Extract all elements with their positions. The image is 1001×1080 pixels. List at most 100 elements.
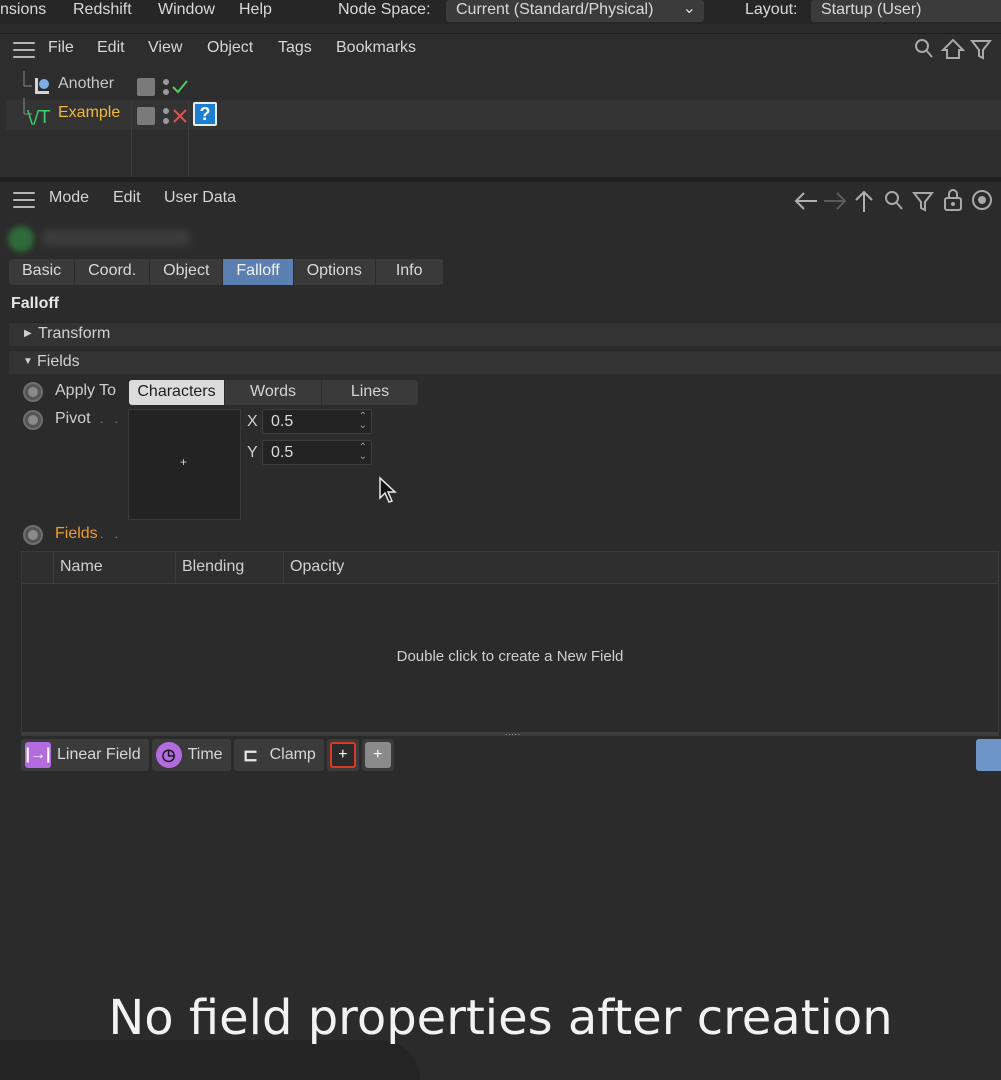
collapsed-triangle-icon: ▶ bbox=[24, 328, 32, 339]
menu-redshift[interactable]: Redshift bbox=[73, 0, 132, 22]
unknown-tag-icon[interactable]: ? bbox=[193, 102, 217, 126]
om-menu-bookmarks[interactable]: Bookmarks bbox=[336, 39, 416, 57]
arrow-left-icon[interactable] bbox=[793, 190, 819, 212]
column-name[interactable]: Name bbox=[53, 552, 175, 584]
fields-animate-toggle[interactable] bbox=[23, 525, 43, 545]
pivot-y-value: 0.5 bbox=[271, 444, 294, 461]
home-icon[interactable] bbox=[941, 38, 965, 60]
menu-window[interactable]: Window bbox=[158, 0, 215, 22]
menu-extensions[interactable]: nsions bbox=[0, 0, 46, 22]
fields-label: Fields bbox=[55, 525, 98, 542]
pivot-x-label: X bbox=[247, 413, 258, 430]
attribute-tabs: Basic Coord. Object Falloff Options Info bbox=[9, 259, 444, 285]
apply-to-lines[interactable]: Lines bbox=[322, 380, 418, 405]
arrow-up-icon[interactable] bbox=[853, 189, 875, 213]
attribute-manager-menu-button[interactable] bbox=[13, 192, 35, 208]
arrow-right-icon[interactable] bbox=[822, 190, 848, 212]
cross-icon[interactable] bbox=[172, 108, 188, 124]
tab-falloff[interactable]: Falloff bbox=[223, 259, 294, 285]
pivot-crosshair-icon: + bbox=[180, 455, 188, 469]
apply-to-characters[interactable]: Characters bbox=[129, 380, 225, 405]
node-space-dropdown[interactable]: Current (Standard/Physical) ⌄ bbox=[446, 0, 704, 22]
fields-list[interactable]: Name Blending Opacity Double click to cr… bbox=[21, 551, 999, 737]
group-fields[interactable]: ▼ Fields bbox=[9, 350, 1001, 374]
lock-icon[interactable] bbox=[942, 188, 964, 212]
group-transform[interactable]: ▶ Transform bbox=[9, 322, 1001, 346]
display-tag-icon[interactable] bbox=[137, 107, 155, 125]
add-layer-icon: + bbox=[329, 742, 356, 768]
object-manager-menu-button[interactable] bbox=[13, 42, 35, 58]
am-menu-user-data[interactable]: User Data bbox=[164, 189, 236, 207]
om-menu-tags[interactable]: Tags bbox=[278, 39, 312, 57]
linear-field-label: Linear Field bbox=[57, 746, 141, 763]
visibility-dots-icon[interactable] bbox=[161, 77, 171, 97]
om-menu-file[interactable]: File bbox=[48, 39, 74, 57]
object-header-icon bbox=[8, 226, 34, 252]
object-name-another[interactable]: Another bbox=[58, 75, 114, 93]
caption-shadow bbox=[0, 1040, 420, 1080]
am-menu-edit[interactable]: Edit bbox=[113, 189, 141, 207]
check-icon[interactable] bbox=[171, 78, 189, 96]
om-menu-edit[interactable]: Edit bbox=[97, 39, 125, 57]
linear-field-button[interactable]: |→| Linear Field bbox=[21, 739, 149, 771]
section-title: Falloff bbox=[11, 295, 59, 312]
spinner-arrows-icon[interactable]: ⌃ ⌄ bbox=[359, 412, 367, 431]
field-buttons: |→| Linear Field ◷ Time ⊏ Clamp + + bbox=[21, 739, 397, 771]
apply-to-animate-toggle[interactable] bbox=[23, 382, 43, 402]
field-options-button[interactable] bbox=[976, 739, 1001, 771]
pivot-label: Pivot bbox=[55, 410, 91, 427]
chevron-down-icon: ⌄ bbox=[682, 0, 696, 17]
visibility-dots-icon[interactable] bbox=[161, 106, 171, 126]
pivot-x-field[interactable]: 0.5 ⌃ ⌄ bbox=[262, 409, 372, 434]
am-menu-mode[interactable]: Mode bbox=[49, 189, 89, 207]
add-layer-button[interactable]: + bbox=[326, 739, 359, 771]
object-manager: File Edit View Object Tags Bookmarks Ano… bbox=[0, 33, 1001, 211]
column-opacity[interactable]: Opacity bbox=[283, 552, 998, 584]
target-icon[interactable] bbox=[971, 189, 993, 211]
column-visibility bbox=[22, 552, 53, 584]
tab-basic[interactable]: Basic bbox=[9, 259, 76, 285]
filter-icon[interactable] bbox=[912, 190, 934, 212]
layout-label: Layout: bbox=[745, 1, 798, 18]
pivot-picker[interactable]: + bbox=[128, 409, 241, 520]
mouse-cursor-icon bbox=[379, 476, 397, 503]
empty-list-hint: Double click to create a New Field bbox=[396, 648, 624, 665]
folder-add-icon: + bbox=[364, 742, 391, 768]
grip-icon[interactable]: ..... bbox=[505, 728, 521, 737]
pivot-y-field[interactable]: 0.5 ⌃ ⌄ bbox=[262, 440, 372, 465]
pivot-animate-toggle[interactable] bbox=[23, 410, 43, 430]
display-tag-icon[interactable] bbox=[137, 78, 155, 96]
spinner-arrows-icon[interactable]: ⌃ ⌄ bbox=[359, 443, 367, 462]
add-folder-button[interactable]: + bbox=[361, 739, 394, 771]
tab-object[interactable]: Object bbox=[150, 259, 224, 285]
apply-to-label: Apply To bbox=[55, 382, 117, 399]
menu-help[interactable]: Help bbox=[239, 0, 272, 22]
tab-options[interactable]: Options bbox=[294, 259, 376, 285]
hamburger-icon bbox=[13, 192, 35, 208]
object-name-example[interactable]: Example bbox=[58, 104, 120, 122]
apply-to-segmented-control: Characters Words Lines bbox=[129, 380, 418, 405]
search-icon[interactable] bbox=[884, 190, 904, 212]
group-fields-label: Fields bbox=[37, 353, 80, 370]
apply-to-words[interactable]: Words bbox=[225, 380, 322, 405]
om-menu-view[interactable]: View bbox=[148, 39, 182, 57]
fields-list-header: Name Blending Opacity bbox=[22, 552, 998, 584]
time-label: Time bbox=[187, 746, 223, 763]
object-row-example[interactable]: \/T Example ? bbox=[6, 98, 1001, 130]
filter-icon[interactable] bbox=[970, 38, 992, 60]
column-blending[interactable]: Blending bbox=[175, 552, 283, 584]
layout-dropdown[interactable]: Startup (User) bbox=[811, 0, 1001, 22]
clamp-button[interactable]: ⊏ Clamp bbox=[233, 739, 324, 771]
object-row-another[interactable]: Another bbox=[6, 71, 1001, 101]
om-menu-object[interactable]: Object bbox=[207, 39, 253, 57]
time-button[interactable]: ◷ Time bbox=[151, 739, 231, 771]
linear-field-icon: |→| bbox=[25, 742, 51, 768]
tab-info[interactable]: Info bbox=[376, 259, 444, 285]
tab-coord[interactable]: Coord. bbox=[75, 259, 151, 285]
object-header-title bbox=[42, 230, 190, 246]
dots-icon: . . bbox=[100, 412, 123, 426]
light-object-icon bbox=[35, 78, 49, 94]
clamp-icon: ⊏ bbox=[243, 744, 259, 765]
motext-object-icon: \/T bbox=[27, 107, 51, 127]
search-icon[interactable] bbox=[914, 38, 934, 60]
